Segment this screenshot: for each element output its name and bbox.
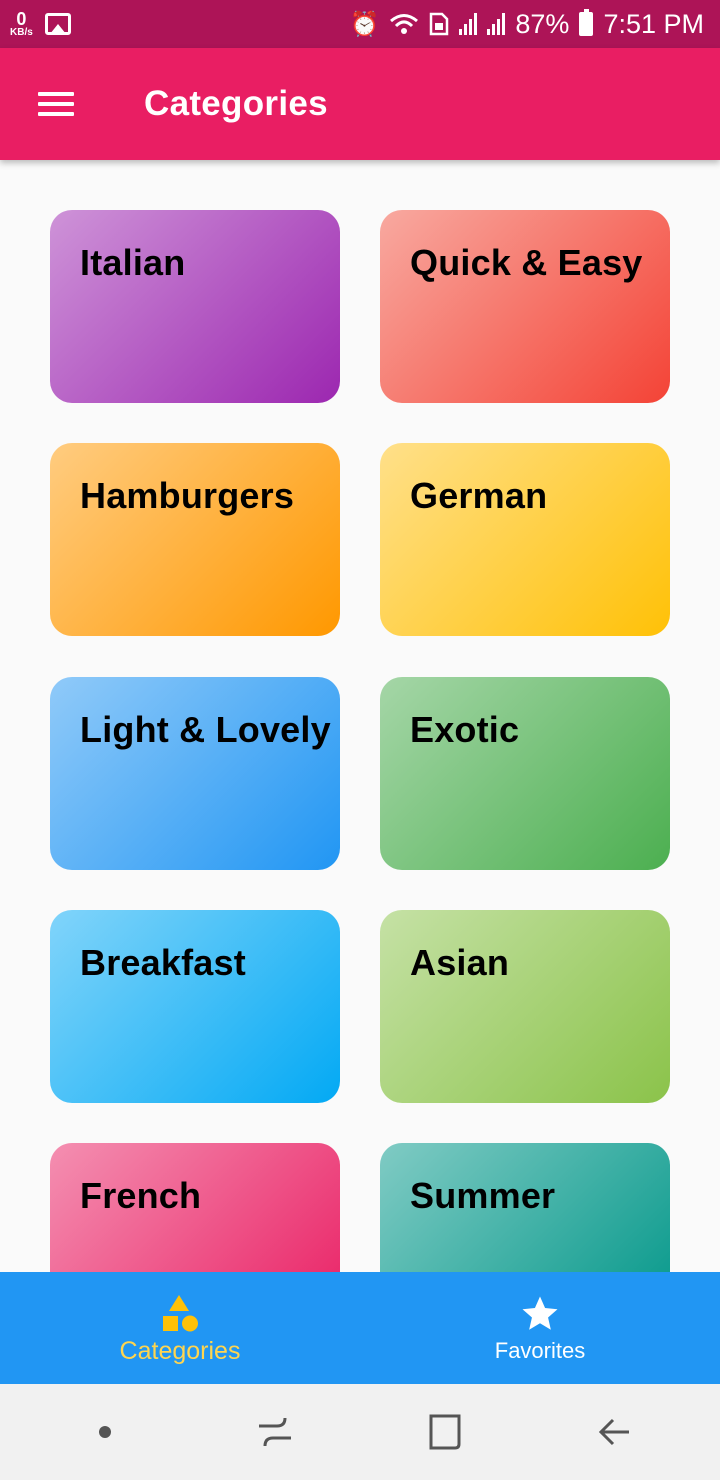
image-notification-icon (44, 13, 71, 35)
category-label: Hamburgers (80, 475, 295, 516)
signal-2-icon (487, 13, 506, 35)
network-speed-unit: KB/s (10, 27, 33, 38)
category-card-french[interactable]: French (50, 1143, 340, 1272)
back-arrow-icon (598, 1418, 629, 1446)
battery-icon (579, 9, 594, 36)
signal-1-icon (459, 13, 478, 35)
category-label: Italian (80, 242, 186, 283)
nav-dot-button[interactable] (75, 1402, 135, 1462)
category-card-hamburgers[interactable]: Hamburgers (50, 443, 340, 636)
battery-percent: 87% (515, 8, 570, 39)
category-label: Breakfast (80, 942, 246, 983)
alarm-icon: ⏰ (349, 10, 380, 38)
star-icon (522, 1296, 558, 1330)
back-button[interactable] (585, 1402, 645, 1462)
nav-tab-categories[interactable]: Categories (0, 1272, 360, 1384)
network-speed: 0 KB/s (10, 10, 33, 38)
category-card-quick-easy[interactable]: Quick & Easy (380, 210, 670, 403)
category-label: Light & Lovely (80, 709, 331, 750)
category-card-italian[interactable]: Italian (50, 210, 340, 403)
category-card-exotic[interactable]: Exotic (380, 677, 670, 870)
category-shapes-icon (163, 1294, 198, 1331)
app-bar: Categories (0, 48, 720, 160)
page-title: Categories (144, 84, 328, 123)
dot-icon (99, 1426, 111, 1438)
status-bar: 0 KB/s ⏰ 87% 7:51 PM (0, 0, 720, 48)
sim-card-icon (430, 12, 449, 36)
system-navigation-bar (0, 1384, 720, 1480)
category-card-asian[interactable]: Asian (380, 910, 670, 1103)
category-label: Exotic (410, 709, 520, 750)
wifi-icon (390, 14, 419, 34)
category-card-breakfast[interactable]: Breakfast (50, 910, 340, 1103)
nav-label-categories: Categories (119, 1336, 241, 1365)
category-label: Quick & Easy (410, 242, 643, 283)
recent-apps-button[interactable] (245, 1402, 305, 1462)
category-label: Asian (410, 942, 510, 983)
category-card-light-lovely[interactable]: Light & Lovely (50, 677, 340, 870)
network-speed-value: 0 (16, 9, 27, 29)
recent-apps-icon (259, 1417, 291, 1447)
category-card-summer[interactable]: Summer (380, 1143, 670, 1272)
home-button[interactable] (415, 1402, 475, 1462)
nav-label-favorites: Favorites (494, 1338, 586, 1363)
category-label: French (80, 1175, 202, 1216)
category-label: German (410, 475, 548, 516)
bottom-navigation: Categories Favorites (0, 1272, 720, 1384)
nav-tab-favorites[interactable]: Favorites (360, 1272, 720, 1384)
menu-icon[interactable] (38, 92, 74, 116)
category-label: Summer (410, 1175, 556, 1216)
category-grid[interactable]: Italian Quick & Easy Hamburgers German L… (0, 160, 720, 1272)
home-square-icon (429, 1414, 461, 1450)
clock: 7:51 PM (603, 8, 704, 39)
category-card-german[interactable]: German (380, 443, 670, 636)
